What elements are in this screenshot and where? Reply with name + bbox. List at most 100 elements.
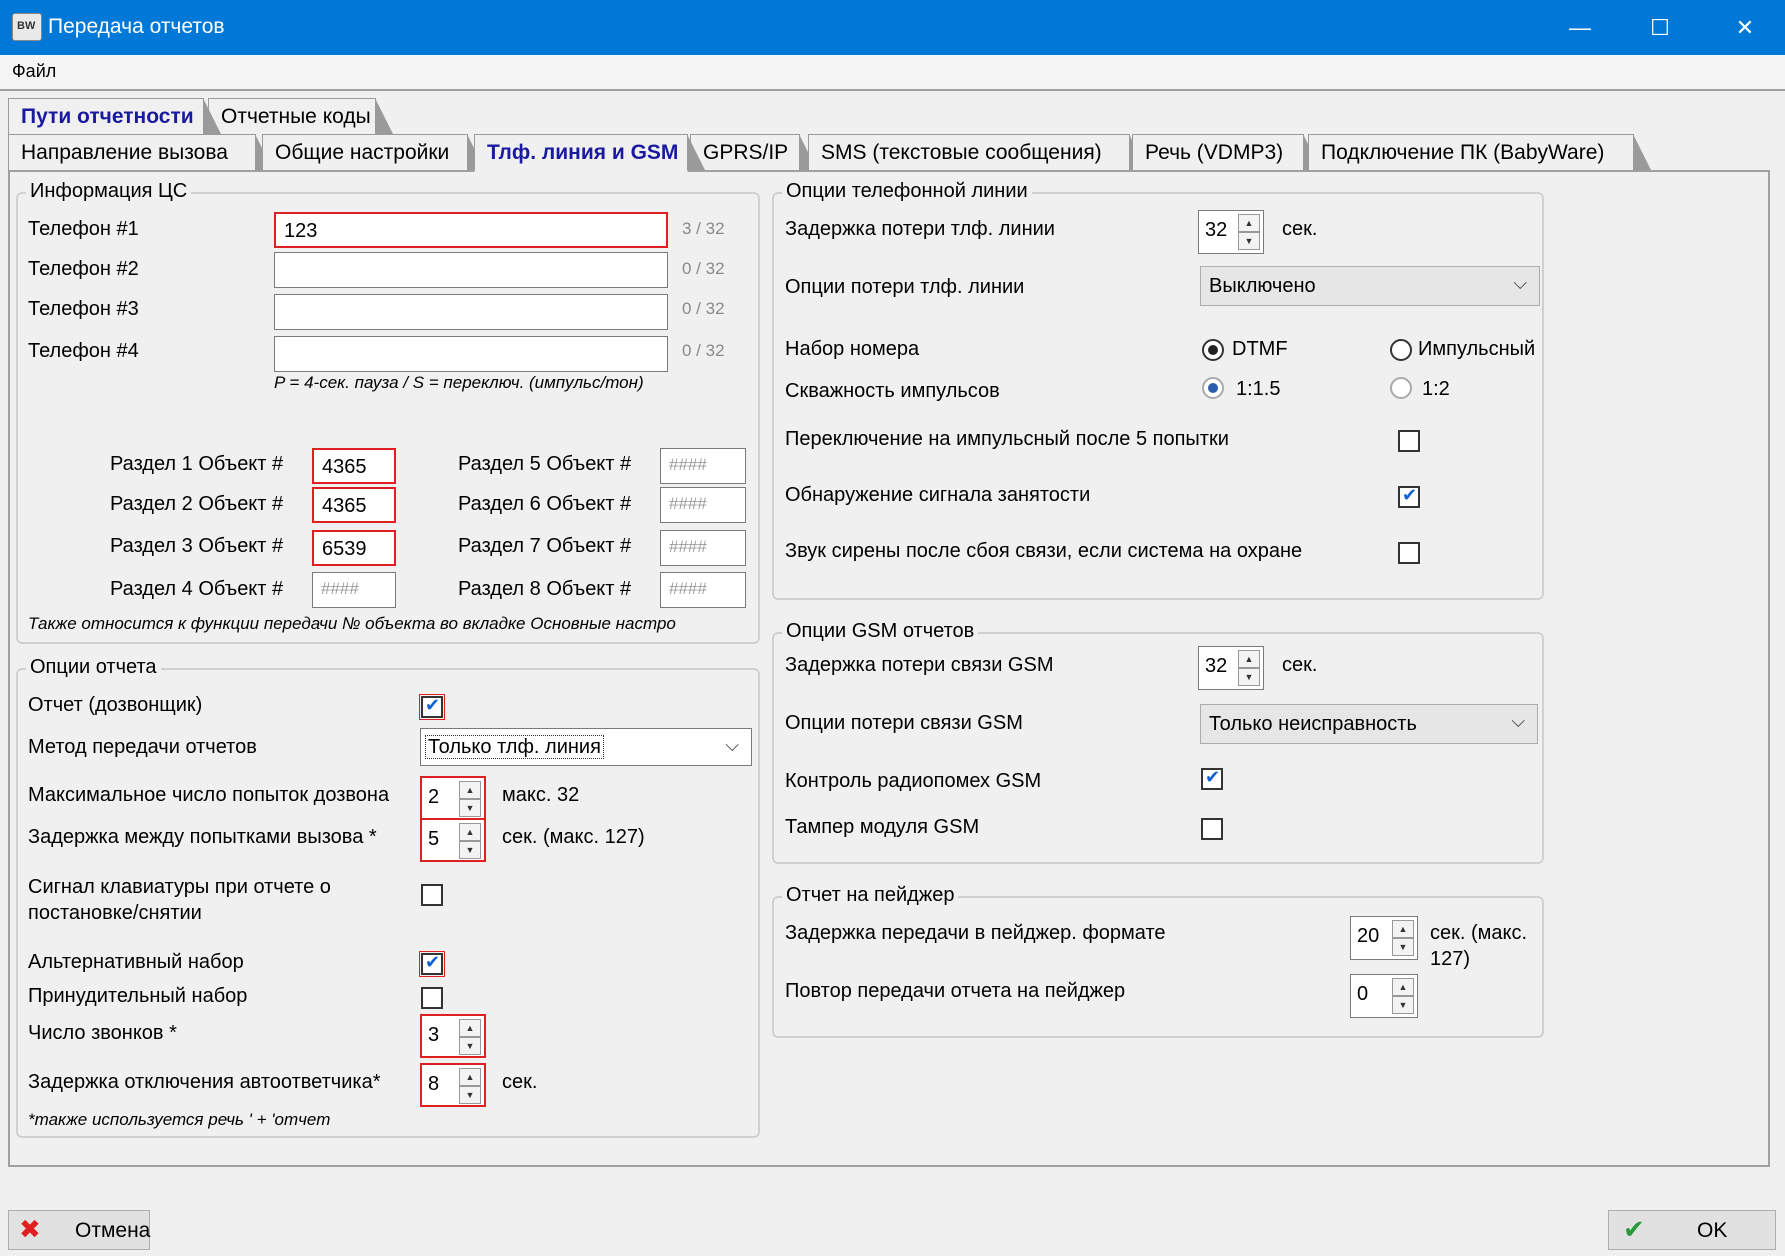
rings-value: 3 [428,1024,440,1046]
ok-button-label: OK [1697,1219,1728,1242]
pager-delay-value: 20 [1357,925,1380,947]
spin-down-icon[interactable]: ▼ [1238,668,1260,686]
pager-repeat-value: 0 [1357,983,1369,1005]
line-loss-options-value: Выключено [1209,275,1316,297]
gsm-loss-delay-spinner[interactable]: 32 ▲ ▼ [1198,646,1264,690]
section-5-label: Раздел 5 Объект # [458,453,632,475]
spin-down-icon[interactable]: ▼ [1238,232,1260,250]
answering-delay-label: Задержка отключения автоответчика* [28,1071,381,1093]
section-5-input[interactable]: #### [660,448,746,484]
app-icon [12,13,42,41]
spin-up-icon[interactable]: ▲ [459,823,481,841]
line-loss-delay-unit: сек. [1282,218,1318,240]
phone-4-input[interactable] [274,336,668,372]
switch-pulse-checkbox[interactable] [1398,430,1420,452]
phone-1-input[interactable]: 123 [274,212,668,248]
spin-up-icon[interactable]: ▲ [1238,650,1260,668]
tab-phone-line-gsm[interactable]: Тлф. линия и GSM [474,134,705,172]
attempt-delay-unit: сек. (макс. 127) [502,826,645,848]
cross-icon: ✖ [19,1214,41,1244]
busy-detect-checkbox[interactable] [1398,485,1420,508]
maximize-button[interactable]: ☐ [1620,0,1700,55]
alt-dial-label: Альтернативный набор [28,951,244,973]
tab-pc-connection[interactable]: Подключение ПК (BabyWare) [1308,134,1651,172]
minimize-button[interactable]: — [1540,0,1620,55]
gsm-loss-options-select[interactable]: Только неисправность ⌵ [1200,704,1538,744]
menu-file[interactable]: Файл [12,61,56,82]
section-4-label: Раздел 4 Объект # [110,578,284,600]
spin-up-icon[interactable]: ▲ [459,1068,481,1086]
line-loss-delay-spinner[interactable]: 32 ▲ ▼ [1198,210,1264,254]
report-method-value: Только тлф. линия [425,735,604,759]
section-7-input[interactable]: #### [660,530,746,566]
line-loss-options-select[interactable]: Выключено ⌵ [1200,266,1540,306]
gsm-jam-checkbox[interactable] [1201,767,1223,790]
pager-delay-spinner[interactable]: 20 ▲ ▼ [1350,916,1418,960]
section-1-input[interactable]: 4365 [312,448,396,484]
section-4-input[interactable]: #### [312,572,396,608]
ratio-1-2-radio[interactable] [1390,377,1412,399]
gsm-loss-delay-label: Задержка потери связи GSM [785,654,1054,676]
cancel-button[interactable]: ✖ Отмена [8,1210,150,1250]
spin-down-icon[interactable]: ▼ [459,1037,481,1055]
spin-up-icon[interactable]: ▲ [1392,920,1414,938]
phone-3-label: Телефон #3 [28,298,139,320]
answering-delay-value: 8 [428,1073,440,1095]
attempt-delay-spinner[interactable]: 5 ▲ ▼ [420,818,486,862]
spin-up-icon[interactable]: ▲ [459,1019,481,1037]
window-title: Передача отчетов [48,15,225,38]
spin-down-icon[interactable]: ▼ [1392,996,1414,1014]
spin-up-icon[interactable]: ▲ [459,781,481,799]
section-3-input[interactable]: 6539 [312,530,396,566]
ratio-1-1-5-radio[interactable] [1202,377,1224,399]
tab-general-settings[interactable]: Общие настройки [262,134,485,172]
ratio-1-1-5-label: 1:1.5 [1236,378,1281,400]
report-method-select[interactable]: Только тлф. линия ⌵ [420,728,752,766]
dialer-checkbox[interactable] [419,694,445,720]
pulse-radio[interactable] [1390,339,1412,361]
phone-4-counter: 0 / 32 [682,341,725,360]
gsm-tamper-label: Тампер модуля GSM [785,816,980,838]
rings-spinner[interactable]: 3 ▲ ▼ [420,1014,486,1058]
gsm-jam-label: Контроль радиопомех GSM [785,770,1042,792]
section-1-label: Раздел 1 Объект # [110,453,284,475]
tab-reporting-paths[interactable]: Пути отчетности [8,98,221,134]
spin-down-icon[interactable]: ▼ [459,799,481,817]
spin-down-icon[interactable]: ▼ [459,841,481,859]
pager-repeat-spinner[interactable]: 0 ▲ ▼ [1350,974,1418,1018]
phone-3-counter: 0 / 32 [682,299,725,318]
tab-sms[interactable]: SMS (текстовые сообщения) [808,134,1147,172]
spin-up-icon[interactable]: ▲ [1238,214,1260,232]
siren-checkbox[interactable] [1398,542,1420,564]
line-loss-delay-label: Задержка потери тлф. линии [785,218,1055,240]
phone-1-counter: 3 / 32 [682,219,725,238]
tab-call-direction[interactable]: Направление вызова [8,134,273,172]
section-2-input[interactable]: 4365 [312,487,396,523]
spin-down-icon[interactable]: ▼ [1392,938,1414,956]
max-attempts-spinner[interactable]: 2 ▲ ▼ [420,776,486,820]
tab-report-codes[interactable]: Отчетные коды [208,98,393,134]
max-attempts-unit: макс. 32 [502,784,580,806]
answering-delay-spinner[interactable]: 8 ▲ ▼ [420,1063,486,1107]
dtmf-radio[interactable] [1202,339,1224,361]
siren-label: Звук сирены после сбоя связи, если систе… [785,540,1303,562]
close-button[interactable]: ✕ [1705,0,1785,55]
gsm-tamper-checkbox[interactable] [1201,818,1223,840]
phone-line-title: Опции телефонной линии [782,180,1032,203]
forced-dial-checkbox[interactable] [421,987,443,1009]
ok-button[interactable]: ✔ OK [1608,1210,1776,1250]
phone-2-input[interactable] [274,252,668,288]
section-8-input[interactable]: #### [660,572,746,608]
spin-down-icon[interactable]: ▼ [459,1086,481,1104]
tab-gprs-ip[interactable]: GPRS/IP [690,134,817,172]
spin-up-icon[interactable]: ▲ [1392,978,1414,996]
max-attempts-label: Максимальное число попыток дозвона [28,784,390,806]
alt-dial-checkbox[interactable] [419,951,445,977]
tab-voice-vdmp3[interactable]: Речь (VDMP3) [1132,134,1321,172]
gsm-loss-delay-unit: сек. [1282,654,1318,676]
phone-3-input[interactable] [274,294,668,330]
section-6-label: Раздел 6 Объект # [458,493,632,515]
section-6-input[interactable]: #### [660,487,746,523]
chevron-down-icon: ⌵ [725,735,739,755]
keypad-beep-checkbox[interactable] [421,884,443,906]
